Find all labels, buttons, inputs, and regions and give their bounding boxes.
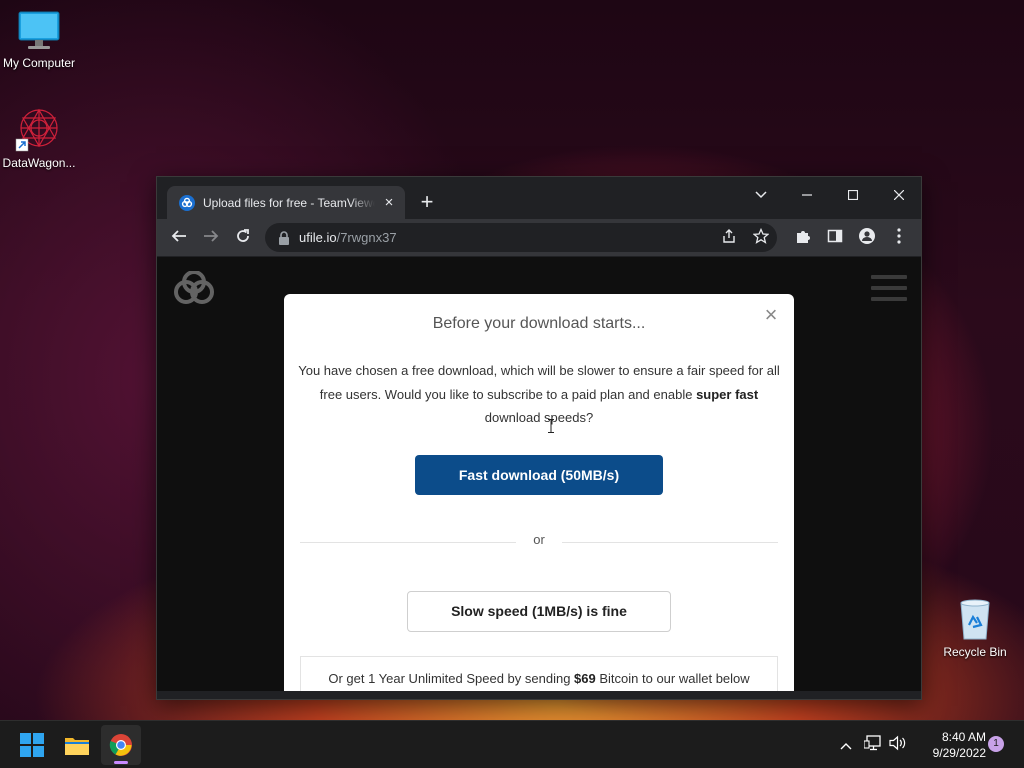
- more-vertical-icon: [897, 228, 901, 244]
- monitor-icon: [18, 11, 60, 49]
- forward-arrow-icon: [204, 230, 219, 242]
- new-tab-button[interactable]: +: [415, 191, 439, 215]
- recycle-bin-icon: [960, 599, 990, 640]
- lock-icon: [279, 231, 289, 245]
- address-bar[interactable]: ufile.io/7rwgnx37: [265, 223, 777, 252]
- desktop-icon-datawagon[interactable]: DataWagon...: [0, 106, 81, 170]
- or-label: or: [533, 532, 545, 547]
- taskbar-clock[interactable]: 8:40 AM 9/29/2022: [912, 729, 986, 761]
- side-panel-icon: [827, 229, 843, 243]
- chrome-taskbar-button[interactable]: [101, 725, 141, 765]
- tab-title: Upload files for free - TeamViewer: [203, 195, 375, 210]
- taskbar: 8:40 AM 9/29/2022 1: [0, 720, 1024, 768]
- clock-date: 9/29/2022: [932, 746, 986, 760]
- modal-description-emphasis: super fast: [696, 386, 759, 402]
- modal-title: Before your download starts...: [432, 315, 646, 332]
- close-icon: [893, 189, 905, 201]
- url-path: /7rwgnx37: [336, 230, 397, 245]
- puzzle-icon: [797, 231, 810, 243]
- maximize-icon: [847, 189, 859, 201]
- extensions-button[interactable]: [789, 224, 817, 252]
- desktop-icon-recycle-bin[interactable]: Recycle Bin: [933, 597, 1017, 659]
- desktop-icon-my-computer[interactable]: My Computer: [0, 10, 81, 70]
- bitcoin-offer: Or get 1 Year Unlimited Speed by sending…: [300, 656, 778, 691]
- profile-button[interactable]: [853, 224, 881, 252]
- notification-badge[interactable]: 1: [988, 736, 1004, 752]
- windows-logo-icon: [20, 733, 44, 757]
- text-cursor-icon: [548, 419, 554, 433]
- or-divider: or: [300, 532, 778, 548]
- minimize-button[interactable]: [787, 181, 827, 209]
- chrome-window: Upload files for free - TeamViewer × + u…: [156, 176, 922, 700]
- side-panel-button[interactable]: [821, 224, 849, 252]
- chrome-menu-button[interactable]: [885, 224, 913, 252]
- forward-button[interactable]: [197, 224, 225, 252]
- modal-description: You have chosen a free download, which w…: [298, 363, 780, 425]
- active-app-indicator: [114, 761, 128, 764]
- reload-icon: [237, 229, 249, 242]
- url-host: ufile.io: [299, 230, 337, 245]
- share-icon[interactable]: [719, 228, 739, 248]
- profile-icon: [859, 228, 875, 244]
- fast-download-button[interactable]: Fast download (50MB/s): [415, 455, 663, 495]
- minimize-icon: [802, 194, 812, 196]
- desktop-icon-label: My Computer: [2, 56, 76, 70]
- tab-search-button[interactable]: [741, 181, 781, 209]
- file-explorer-button[interactable]: [57, 725, 97, 765]
- network-icon[interactable]: [863, 735, 883, 755]
- desktop-icon-label: Recycle Bin: [943, 645, 1007, 659]
- bookmark-star-icon[interactable]: [751, 227, 771, 248]
- browser-tab[interactable]: Upload files for free - TeamViewer ×: [167, 186, 405, 219]
- ufile-logo-icon: [179, 194, 195, 211]
- download-modal: × Before your download starts... You hav…: [284, 294, 794, 691]
- back-arrow-icon: [171, 230, 186, 242]
- datawagon-shortcut-icon: [15, 108, 58, 152]
- maximize-button[interactable]: [833, 181, 873, 209]
- slow-download-button[interactable]: Slow speed (1MB/s) is fine: [407, 591, 671, 632]
- url-text: ufile.io/7rwgnx37: [299, 230, 397, 245]
- tray-overflow-chevron-icon[interactable]: [836, 735, 856, 755]
- clock-time: 8:40 AM: [941, 730, 986, 744]
- page-viewport: × Before your download starts... You hav…: [157, 257, 921, 691]
- close-window-button[interactable]: [879, 181, 919, 209]
- start-button[interactable]: [12, 725, 52, 765]
- site-logo-icon[interactable]: [171, 271, 217, 305]
- browser-toolbar: ufile.io/7rwgnx37: [157, 219, 921, 257]
- tab-close-icon[interactable]: ×: [381, 194, 397, 211]
- volume-icon[interactable]: [888, 735, 908, 755]
- reload-button[interactable]: [229, 224, 257, 252]
- title-bar: Upload files for free - TeamViewer × +: [157, 177, 921, 219]
- chevron-down-icon: [755, 191, 767, 199]
- bitcoin-amount: $69: [574, 671, 596, 686]
- desktop-icon-label: DataWagon...: [2, 156, 76, 170]
- chrome-icon: [109, 734, 132, 756]
- hamburger-menu-icon[interactable]: [871, 275, 907, 301]
- folder-icon: [65, 738, 89, 755]
- back-button[interactable]: [165, 224, 193, 252]
